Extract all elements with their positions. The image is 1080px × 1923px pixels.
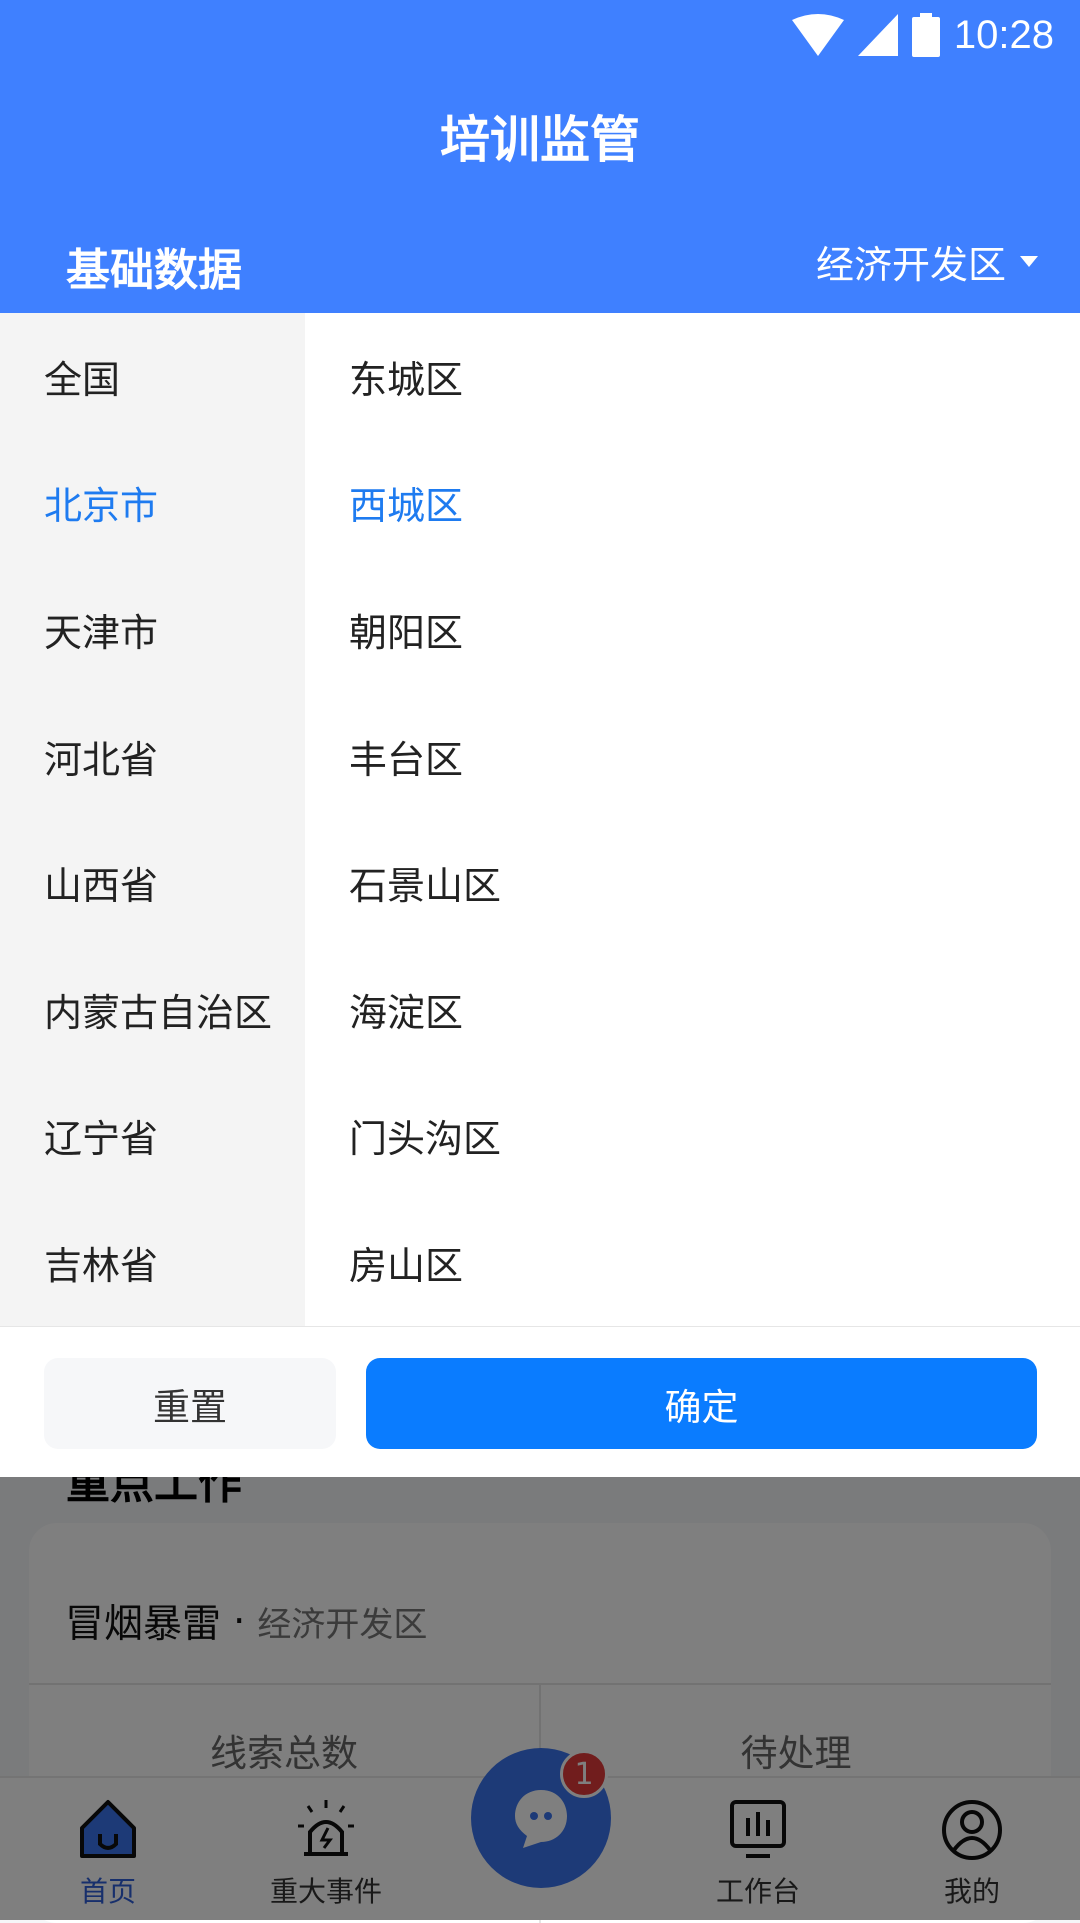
app-header: 10:28 培训监管 基础数据 经济开发区: [0, 0, 1080, 313]
wifi-icon: [791, 14, 844, 56]
caret-down-icon: [1020, 256, 1038, 267]
reset-button[interactable]: 重置: [44, 1358, 336, 1449]
district-item[interactable]: 海淀区: [305, 946, 1080, 1073]
district-item[interactable]: 石景山区: [305, 819, 1080, 946]
district-item[interactable]: 丰台区: [305, 693, 1080, 820]
province-item[interactable]: 山西省: [0, 819, 305, 946]
district-item[interactable]: 门头沟区: [305, 1073, 1080, 1200]
district-item[interactable]: 房山区: [305, 1199, 1080, 1326]
province-item[interactable]: 河北省: [0, 693, 305, 820]
district-item[interactable]: 朝阳区: [305, 566, 1080, 693]
district-item[interactable]: 东城区: [305, 313, 1080, 440]
region-label: 经济开发区: [815, 243, 1006, 287]
province-item[interactable]: 吉林省: [0, 1199, 305, 1326]
confirm-button[interactable]: 确定: [366, 1358, 1037, 1449]
page-title: 培训监管: [440, 111, 640, 169]
clock: 10:28: [953, 12, 1054, 57]
province-list[interactable]: 全国 北京市 天津市 河北省 山西省 内蒙古自治区 辽宁省 吉林省: [0, 313, 305, 1326]
modal-overlay[interactable]: [0, 1477, 1080, 1920]
region-dropdown[interactable]: 经济开发区: [816, 234, 1038, 289]
province-item[interactable]: 辽宁省: [0, 1073, 305, 1200]
province-item[interactable]: 北京市: [0, 440, 305, 567]
district-list[interactable]: 东城区 西城区 朝阳区 丰台区 石景山区 海淀区 门头沟区 房山区: [305, 313, 1080, 1326]
province-item[interactable]: 内蒙古自治区: [0, 946, 305, 1073]
province-item[interactable]: 全国: [0, 313, 305, 440]
section-title: 基础数据: [66, 245, 242, 296]
battery-icon: [911, 13, 940, 57]
region-picker: 全国 北京市 天津市 河北省 山西省 内蒙古自治区 辽宁省 吉林省 东城区 西城…: [0, 313, 1080, 1477]
signal-icon: [857, 14, 898, 56]
district-item[interactable]: 西城区: [305, 440, 1080, 567]
province-item[interactable]: 天津市: [0, 566, 305, 693]
picker-footer: 重置 确定: [0, 1326, 1080, 1477]
status-bar: 10:28: [791, 10, 1054, 60]
